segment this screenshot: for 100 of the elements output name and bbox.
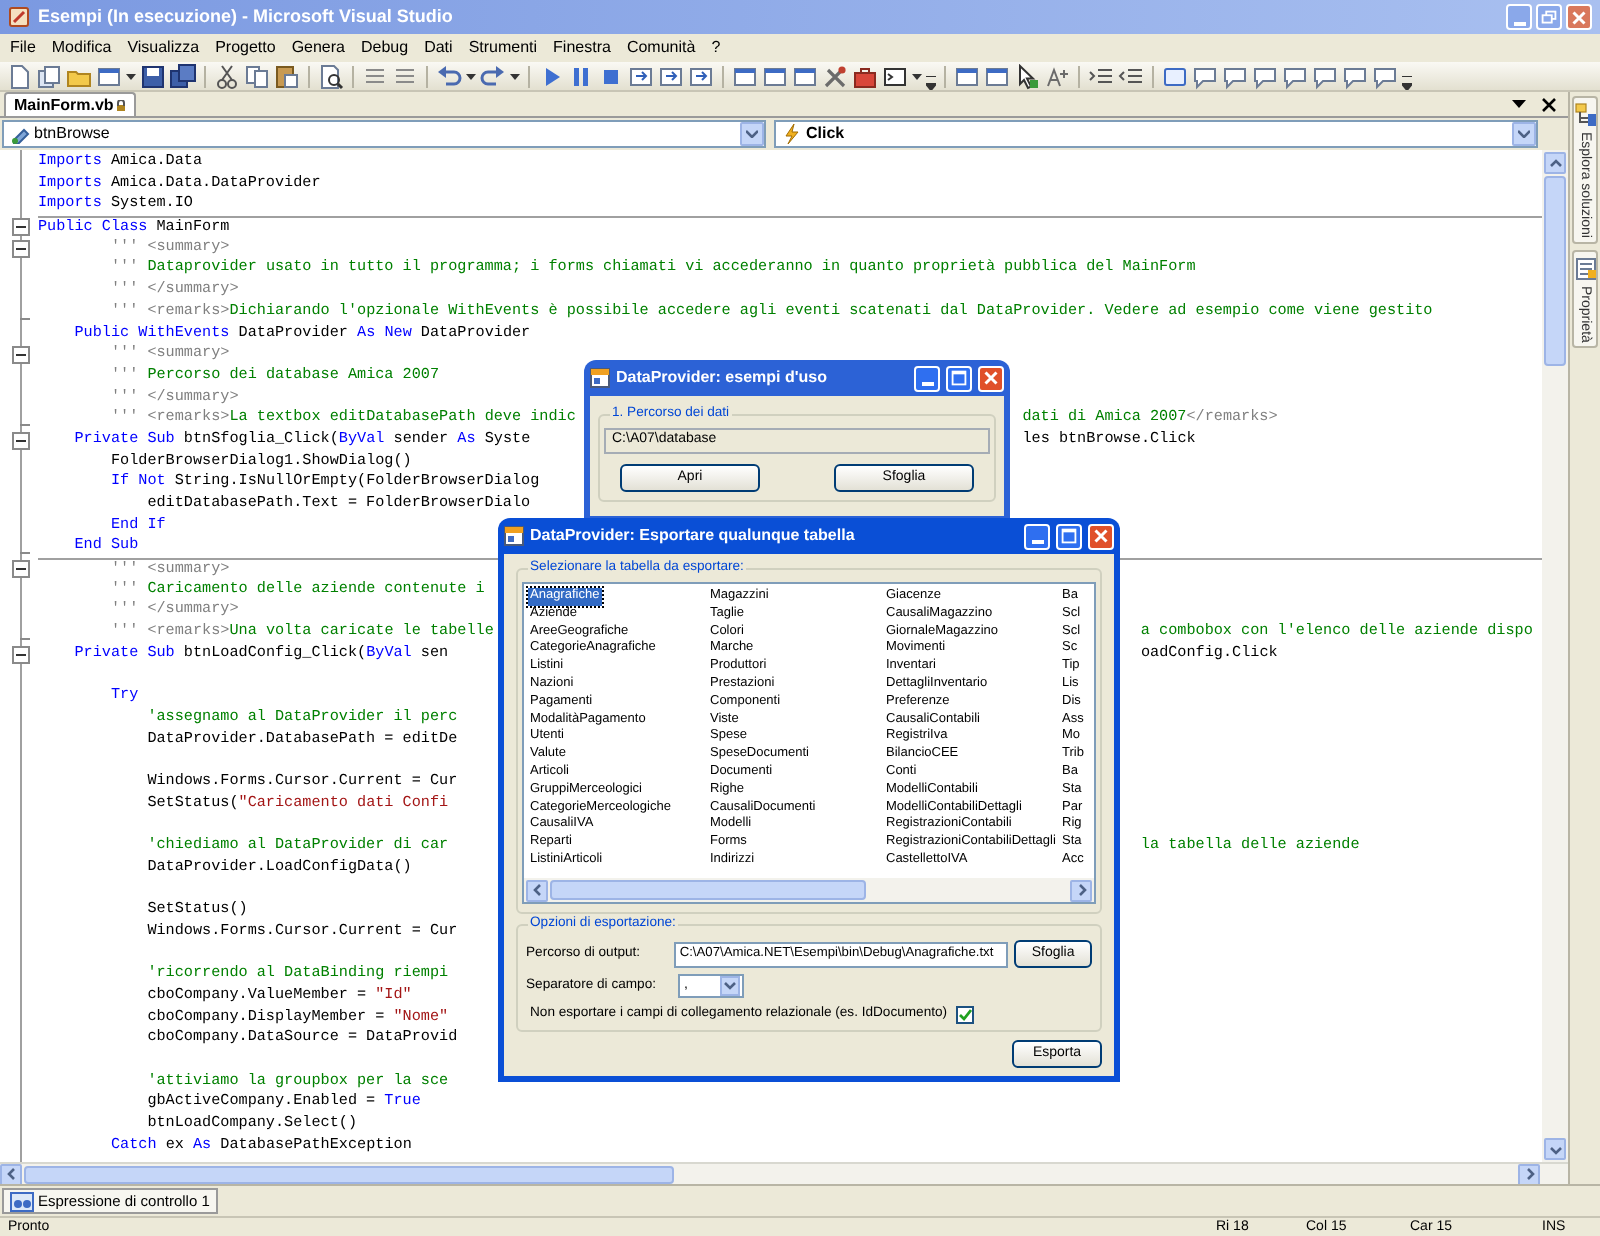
checkmark-icon — [957, 1007, 972, 1022]
menu-item[interactable]: Debug — [353, 36, 417, 60]
scroll-right-button[interactable] — [1070, 879, 1092, 901]
clipboard-icon[interactable] — [274, 63, 300, 89]
menu-item[interactable]: Genera — [283, 36, 353, 60]
scroll-left-button[interactable] — [0, 1163, 22, 1185]
scrollbar-thumb[interactable] — [550, 880, 866, 900]
speech-bubble-icon[interactable] — [1342, 63, 1368, 89]
console-icon[interactable] — [882, 63, 908, 89]
scroll-left-icon — [531, 884, 543, 896]
pause-icon[interactable] — [568, 63, 594, 89]
menu-item[interactable]: ? — [703, 36, 729, 60]
form-icon — [590, 368, 610, 388]
form-icon — [504, 526, 524, 546]
collapse-icon[interactable] — [12, 645, 30, 664]
collapse-icon[interactable] — [12, 239, 30, 258]
window-glasses-icon — [10, 1191, 34, 1211]
text-size-icon[interactable] — [1044, 63, 1070, 89]
close-button[interactable] — [1088, 523, 1114, 549]
restore-icon — [1538, 5, 1560, 29]
dropdown-icon[interactable] — [1512, 100, 1526, 108]
speech-bubble-icon[interactable] — [1282, 63, 1308, 89]
scroll-right-button[interactable] — [1518, 1163, 1540, 1185]
menu-item[interactable]: Modifica — [43, 36, 120, 60]
lightning-icon — [782, 124, 802, 144]
lock-icon — [115, 99, 126, 111]
window-icon[interactable] — [762, 63, 788, 89]
menu-item[interactable]: Strumenti — [460, 36, 546, 60]
maximize-icon — [948, 366, 970, 390]
window-icon[interactable] — [96, 63, 122, 89]
window-icon[interactable] — [954, 63, 980, 89]
scroll-right-icon — [1523, 1168, 1535, 1180]
caret-icon — [510, 73, 520, 79]
pages-icon[interactable] — [36, 63, 62, 89]
scroll-up-button[interactable] — [1544, 152, 1566, 174]
event-dropdown[interactable]: Click — [774, 120, 1538, 148]
menu-item[interactable]: Visualizza — [119, 36, 208, 60]
app-icon — [8, 6, 30, 28]
minimize-icon — [1031, 540, 1043, 544]
tree-icon — [1573, 102, 1597, 128]
scroll-right-icon — [1075, 884, 1087, 896]
menu-item[interactable]: Comunità — [618, 36, 704, 60]
scroll-left-button[interactable] — [526, 879, 548, 901]
speech-bubble-icon[interactable] — [1222, 63, 1248, 89]
overflow-icon[interactable] — [1402, 76, 1412, 90]
page-search-icon[interactable] — [318, 63, 344, 89]
menu-item[interactable]: Dati — [416, 36, 461, 60]
collapse-icon[interactable] — [12, 560, 30, 579]
speech-bubble-icon[interactable] — [1252, 63, 1278, 89]
scroll-up-icon — [1549, 157, 1561, 169]
lines-icon[interactable] — [362, 63, 388, 89]
maximize-button[interactable] — [946, 365, 972, 391]
close-icon[interactable] — [1542, 97, 1556, 111]
collapse-icon[interactable] — [12, 346, 30, 365]
minimize-icon — [1513, 21, 1525, 25]
dialog-title: DataProvider: esempi d'uso — [616, 366, 829, 390]
maximize-icon — [1058, 524, 1080, 548]
collapse-icon[interactable] — [12, 218, 30, 237]
copy-icon[interactable] — [244, 63, 270, 89]
window-icon[interactable] — [732, 63, 758, 89]
speech-bubble-icon[interactable] — [1372, 63, 1398, 89]
indent-icon[interactable] — [1088, 63, 1114, 89]
menu-item[interactable]: Finestra — [545, 36, 619, 60]
frame-icon[interactable] — [1162, 63, 1188, 89]
scrollbar-thumb[interactable] — [1544, 176, 1566, 366]
object-dropdown[interactable]: btnBrowse — [2, 120, 766, 148]
minimize-button[interactable] — [1024, 523, 1050, 549]
overflow-icon[interactable] — [926, 76, 936, 90]
close-icon — [980, 366, 1002, 390]
scroll-left-icon — [5, 1168, 17, 1180]
caret-icon — [126, 73, 136, 79]
menu-item[interactable]: Progetto — [207, 36, 284, 60]
redo-icon[interactable] — [480, 63, 506, 89]
document-tab[interactable]: MainForm.vb — [4, 92, 136, 116]
window-title: Esempi (In esecuzione) - Microsoft Visual Studio — [38, 3, 453, 30]
close-button[interactable] — [978, 365, 1004, 391]
maximize-button[interactable] — [1056, 523, 1082, 549]
cursor-icon[interactable] — [1014, 63, 1040, 89]
scissors-icon[interactable] — [214, 63, 240, 89]
lines-icon[interactable] — [392, 63, 418, 89]
speech-bubble-icon[interactable] — [1312, 63, 1338, 89]
menu-item[interactable]: File — [2, 36, 44, 60]
collapse-icon[interactable] — [12, 431, 30, 450]
scroll-down-button[interactable] — [1544, 1138, 1566, 1160]
close-button[interactable] — [1566, 4, 1592, 30]
scrollbar-thumb[interactable] — [24, 1165, 674, 1183]
caret-icon — [466, 73, 476, 79]
checkbox[interactable] — [955, 1005, 974, 1024]
minimize-button[interactable] — [914, 365, 940, 391]
caret-icon — [912, 73, 922, 79]
speech-bubble-icon[interactable] — [1192, 63, 1218, 89]
tools-icon[interactable] — [822, 63, 848, 89]
floppies-icon[interactable] — [170, 63, 196, 89]
outdent-icon[interactable] — [1118, 63, 1144, 89]
toolbox-icon[interactable] — [852, 63, 878, 89]
window-icon[interactable] — [984, 63, 1010, 89]
minimize-icon — [921, 382, 933, 386]
undo-icon[interactable] — [436, 63, 462, 89]
window-icon[interactable] — [792, 63, 818, 89]
floppy-icon[interactable] — [140, 63, 166, 89]
